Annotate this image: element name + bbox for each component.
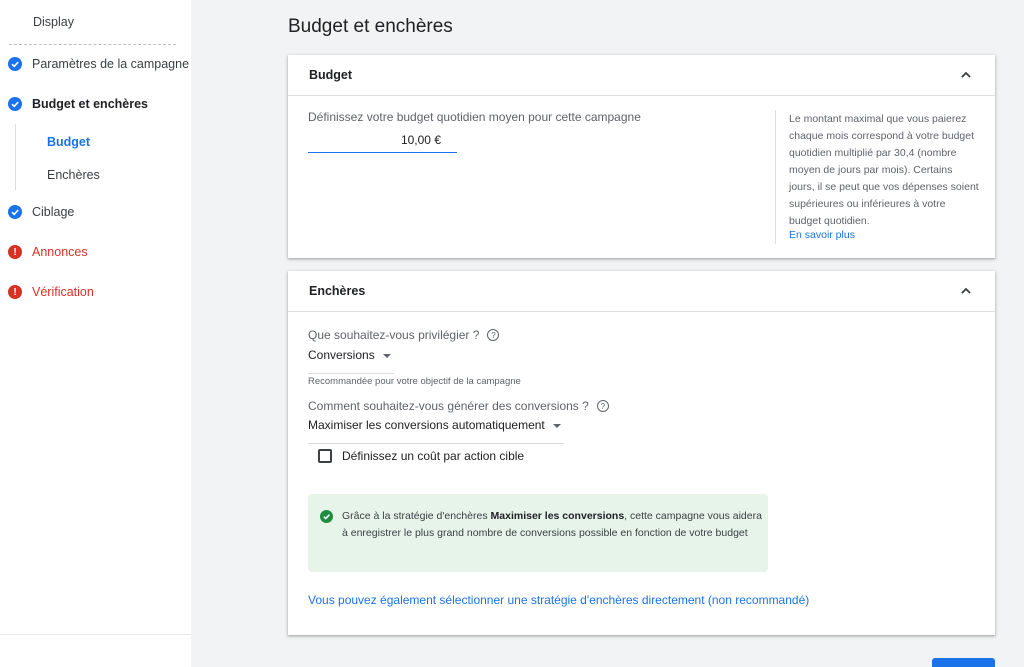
sidebar-item-ads[interactable]: ! Annonces (8, 242, 88, 262)
target-cpa-checkbox-row[interactable]: Définissez un coût par action cible (318, 449, 524, 463)
side-divider (775, 110, 776, 244)
sidebar-item-label: Annonces (32, 245, 88, 259)
page-title: Budget et enchères (288, 16, 453, 37)
strategy-info-text: Grâce à la stratégie d'enchères Maximise… (342, 510, 762, 539)
sidebar-divider (9, 44, 176, 45)
sidebar-item-label: Budget et enchères (32, 97, 149, 111)
strategy-info-box: Grâce à la stratégie d'enchères Maximise… (308, 494, 768, 572)
sidebar-bottom-divider (0, 634, 191, 635)
help-icon[interactable]: ? (487, 329, 500, 341)
sidebar-item-budget-bidding[interactable]: Budget et enchères (8, 94, 148, 114)
conversion-strategy-value: Maximiser les conversions automatiquemen… (308, 418, 545, 432)
chevron-up-icon[interactable] (959, 68, 973, 82)
sidebar-subitem-bidding[interactable]: Enchères (47, 168, 100, 182)
help-icon[interactable]: ? (596, 400, 609, 412)
select-strategy-directly-link[interactable]: Vous pouvez également sélectionner une s… (308, 593, 809, 607)
budget-input[interactable] (308, 127, 457, 153)
focus-question: Que souhaitez-vous privilégier ? ? (308, 328, 500, 342)
error-icon: ! (8, 245, 22, 259)
sidebar-subnav-line (15, 124, 16, 190)
sidebar-item-label: Vérification (32, 285, 94, 299)
learn-more-link[interactable]: En savoir plus (789, 229, 855, 241)
sidebar-item-label: Paramètres de la campagne (32, 57, 190, 71)
budget-field-label: Définissez votre budget quotidien moyen … (308, 110, 641, 124)
dropdown-arrow-icon (382, 354, 391, 358)
error-icon: ! (8, 285, 22, 299)
focus-select[interactable]: Conversions (308, 348, 394, 374)
bidding-card-header[interactable]: Enchères (288, 271, 995, 312)
sidebar-item-label: Ciblage (32, 205, 75, 219)
budget-card: Budget Définissez votre budget quotidien… (288, 55, 995, 258)
budget-card-title: Budget (309, 68, 353, 82)
conversion-question: Comment souhaitez-vous générer des conve… (308, 399, 609, 413)
sidebar-item-campaign-settings[interactable]: Paramètres de la campagne (8, 54, 189, 74)
focus-question-label: Que souhaitez-vous privilégier ? (308, 328, 480, 342)
check-circle-icon (8, 97, 22, 111)
budget-card-header[interactable]: Budget (288, 55, 995, 96)
strategy-name: Maximiser les conversions (490, 510, 625, 522)
check-circle-icon (8, 205, 22, 219)
bidding-card: Enchères Que souhaitez-vous privilégier … (288, 271, 995, 635)
budget-help-text: Le montant maximal que vous paierez chaq… (789, 113, 979, 227)
check-circle-icon (320, 510, 333, 523)
sidebar-item-review[interactable]: ! Vérification (8, 282, 94, 302)
check-circle-icon (8, 57, 22, 71)
chevron-up-icon[interactable] (959, 284, 973, 298)
target-cpa-checkbox[interactable] (318, 449, 332, 463)
focus-hint: Recommandée pour votre objectif de la ca… (308, 376, 521, 387)
sidebar-subitem-budget[interactable]: Budget (47, 135, 90, 149)
sidebar-item-display[interactable]: Display (33, 15, 74, 29)
dropdown-arrow-icon (552, 424, 561, 428)
sidebar: Display Paramètres de la campagne Budget… (0, 0, 191, 667)
target-cpa-checkbox-label: Définissez un coût par action cible (342, 449, 525, 463)
bidding-card-title: Enchères (309, 284, 366, 298)
focus-select-value: Conversions (308, 348, 375, 362)
next-button[interactable] (932, 658, 995, 667)
conversion-question-label: Comment souhaitez-vous générer des conve… (308, 399, 589, 413)
conversion-strategy-select[interactable]: Maximiser les conversions automatiquemen… (308, 418, 564, 444)
sidebar-item-targeting[interactable]: Ciblage (8, 202, 74, 222)
